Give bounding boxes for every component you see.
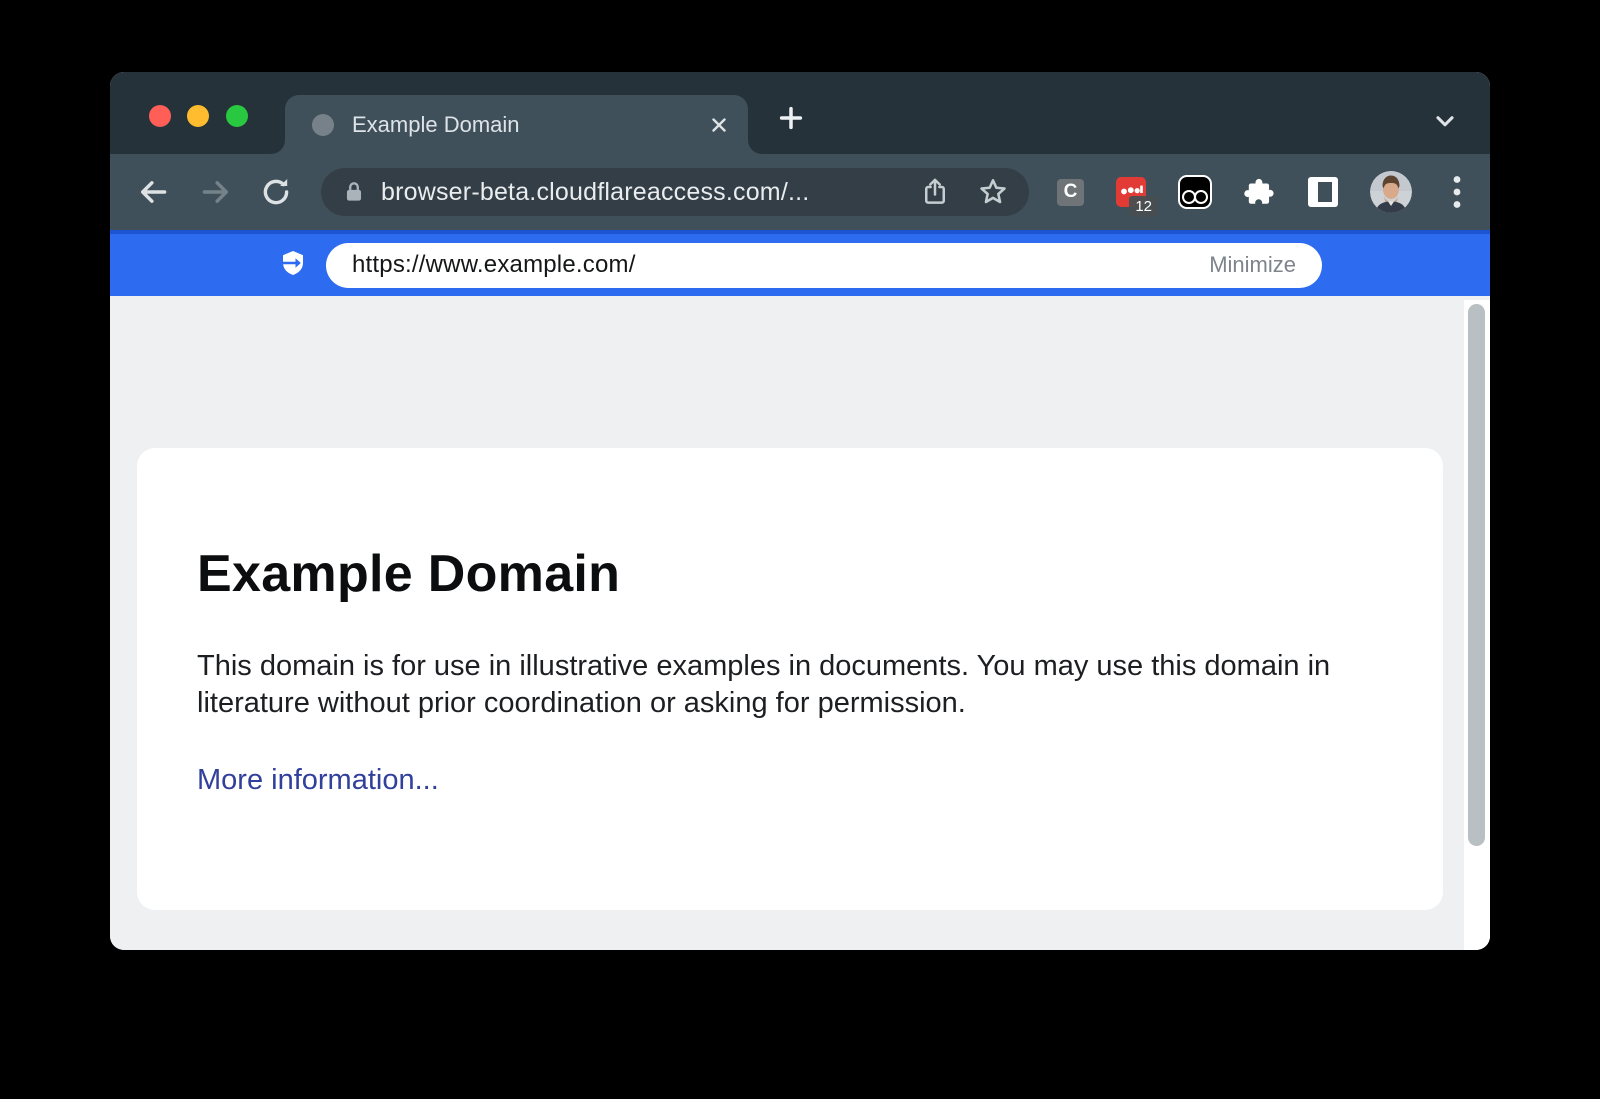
browser-toolbar: browser-beta.cloudflareaccess.com/... C (110, 154, 1490, 230)
extensions-area: C 12 (1057, 171, 1470, 213)
tab-strip: Example Domain (110, 72, 1490, 154)
browser-window: Example Domain (110, 72, 1490, 950)
extension-camera-icon[interactable] (1178, 175, 1212, 209)
extension-blocker-icon[interactable]: 12 (1116, 177, 1146, 207)
traffic-close-button[interactable] (149, 105, 171, 127)
traffic-minimize-button[interactable] (187, 105, 209, 127)
page-paragraph: This domain is for use in illustrative e… (197, 648, 1347, 722)
address-bar[interactable]: browser-beta.cloudflareaccess.com/... (321, 168, 1029, 216)
scrollbar-track[interactable] (1464, 300, 1490, 950)
example-domain-card: Example Domain This domain is for use in… (137, 448, 1443, 910)
isolation-shield-icon (276, 250, 310, 280)
forward-icon[interactable] (193, 170, 237, 214)
isolation-url-text: https://www.example.com/ (352, 251, 636, 279)
scrollbar-thumb[interactable] (1468, 304, 1485, 846)
tab-close-icon[interactable] (706, 112, 732, 138)
bookmark-star-icon[interactable] (977, 176, 1009, 208)
isolation-bar: https://www.example.com/ Minimize (110, 230, 1490, 296)
extension-badge: 12 (1129, 196, 1158, 217)
extension-c-icon[interactable]: C (1057, 179, 1084, 206)
tab-example-domain[interactable]: Example Domain (285, 95, 748, 154)
page-title: Example Domain (197, 544, 1383, 604)
share-icon[interactable] (919, 176, 951, 208)
reload-icon[interactable] (254, 170, 298, 214)
extensions-puzzle-icon[interactable] (1244, 176, 1276, 208)
address-bar-url: browser-beta.cloudflareaccess.com/... (381, 178, 893, 207)
more-information-link[interactable]: More information... (197, 764, 439, 797)
globe-favicon-icon (311, 113, 335, 137)
profile-avatar[interactable] (1370, 171, 1412, 213)
page-viewport: Example Domain This domain is for use in… (110, 296, 1490, 950)
tab-title: Example Domain (352, 112, 706, 138)
traffic-zoom-button[interactable] (226, 105, 248, 127)
minimize-button[interactable]: Minimize (1209, 252, 1296, 278)
side-panel-icon[interactable] (1308, 177, 1338, 207)
back-icon[interactable] (132, 170, 176, 214)
lock-icon (341, 179, 367, 205)
tab-search-chevron-icon[interactable] (1432, 108, 1458, 134)
browser-menu-icon[interactable] (1444, 177, 1470, 207)
new-tab-button[interactable] (774, 101, 808, 135)
isolation-url-input[interactable]: https://www.example.com/ Minimize (326, 243, 1322, 288)
